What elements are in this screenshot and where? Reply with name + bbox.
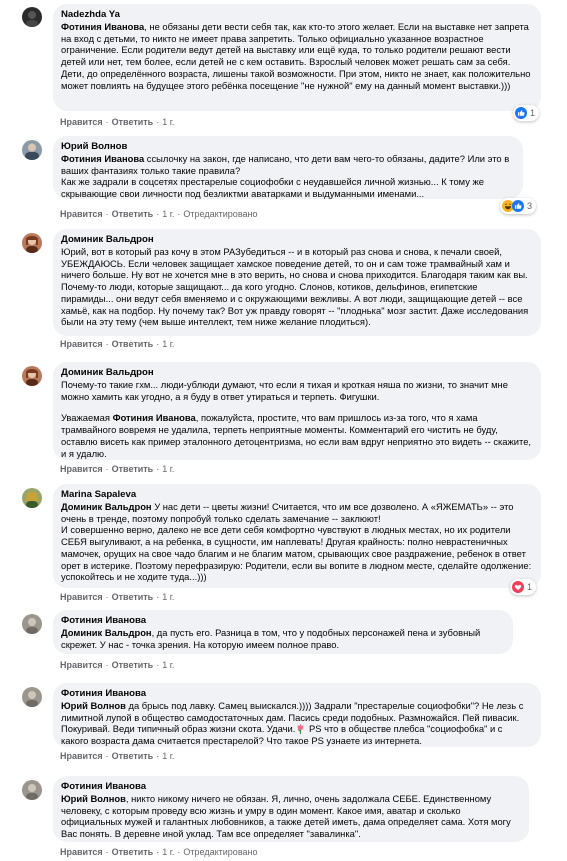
edited-label: Отредактировано	[183, 847, 258, 857]
like-button[interactable]: Нравится	[60, 339, 103, 349]
reaction-summary[interactable]: 3	[500, 198, 537, 214]
avatar[interactable]	[22, 140, 42, 160]
reply-button[interactable]: Ответить	[112, 660, 154, 670]
tulip-emoji-icon	[295, 723, 306, 735]
timestamp[interactable]: 1 г.	[162, 592, 174, 602]
reaction-count: 1	[527, 582, 533, 592]
comment-text: Фотиния Иванова ссылочку на закон, где н…	[61, 153, 510, 200]
reply-button[interactable]: Ответить	[112, 751, 154, 761]
comment-text: Почему-то такие гхм... люди-ублюди думаю…	[61, 379, 508, 402]
comment-bubble: Доминик Вальдрон Юрий, вот в который раз…	[53, 229, 541, 336]
comment-actions: Нравится · Ответить · 1 г.	[60, 339, 175, 349]
comment-actions: Нравится · Ответить · 1 г.	[60, 660, 175, 670]
like-button[interactable]: Нравится	[60, 592, 103, 602]
comment-bubble: Фотиния Иванова Юрий Волнов да брысь под…	[53, 683, 541, 747]
author-name[interactable]: Marina Sapaleva	[61, 489, 532, 501]
reaction-summary[interactable]: 1	[513, 105, 540, 121]
comment-text: Доминик Вальдрон У нас дети -- цветы жиз…	[61, 501, 532, 583]
comment-bubble: Фотиния Иванова Доминик Вальдрон, да пус…	[53, 610, 513, 654]
author-name[interactable]: Фотиния Иванова	[61, 688, 532, 700]
comment-actions: Нравится · Ответить · 1 г.	[60, 592, 175, 602]
like-button[interactable]: Нравится	[60, 751, 103, 761]
like-reaction-icon	[515, 107, 527, 119]
comment-text: Уважаемая Фотиния Иванова, пожалуйста, п…	[61, 412, 532, 459]
reaction-summary[interactable]: 1	[510, 579, 537, 595]
avatar[interactable]	[22, 687, 42, 707]
like-button[interactable]: Нравится	[60, 660, 103, 670]
reaction-count: 1	[530, 108, 536, 118]
timestamp[interactable]: 1 г.	[162, 847, 174, 857]
mention-link[interactable]: Юрий Волнов	[61, 793, 126, 804]
author-name[interactable]: Юрий Волнов	[61, 141, 514, 153]
like-button[interactable]: Нравится	[60, 847, 103, 857]
comment-text: Доминик Вальдрон, да пусть его. Разница …	[61, 627, 481, 650]
avatar[interactable]	[22, 614, 42, 634]
author-name[interactable]: Nadezhda Ya	[61, 9, 532, 21]
comment-text: Юрий Волнов да брысь под лавку. Самец вы…	[61, 700, 524, 747]
comment-bubble: Фотиния Иванова Юрий Волнов, никто ником…	[53, 776, 529, 842]
comment-actions: Нравится · Ответить · 1 г. · Отредактировано	[60, 209, 258, 219]
comment-text: Юрий Волнов, никто никому ничего не обяз…	[61, 793, 511, 840]
reply-button[interactable]: Ответить	[112, 209, 154, 219]
timestamp[interactable]: 1 г.	[162, 339, 174, 349]
like-reaction-icon	[512, 200, 524, 212]
comment-actions: Нравится · Ответить · 1 г.	[60, 751, 175, 761]
author-name[interactable]: Доминик Вальдрон	[61, 367, 532, 379]
avatar[interactable]	[22, 366, 42, 386]
like-button[interactable]: Нравится	[60, 464, 103, 474]
reply-button[interactable]: Ответить	[112, 339, 154, 349]
comment-bubble: Nadezhda Ya Фотиния Иванова, не обязаны …	[53, 4, 541, 111]
comment-actions: Нравится · Ответить · 1 г.	[60, 464, 175, 474]
author-name[interactable]: Доминик Вальдрон	[61, 234, 532, 246]
timestamp[interactable]: 1 г.	[162, 751, 174, 761]
like-button[interactable]: Нравится	[60, 209, 103, 219]
mention-link[interactable]: Доминик Вальдрон	[61, 627, 152, 638]
mention-link[interactable]: Фотиния Иванова	[113, 412, 196, 423]
timestamp[interactable]: 1 г.	[162, 660, 174, 670]
mention-link[interactable]: Фотиния Иванова	[61, 21, 144, 32]
timestamp[interactable]: 1 г.	[162, 209, 174, 219]
comment-bubble: Marina Sapaleva Доминик Вальдрон У нас д…	[53, 484, 541, 588]
author-name[interactable]: Фотиния Иванова	[61, 615, 504, 627]
like-button[interactable]: Нравится	[60, 117, 103, 127]
avatar[interactable]	[22, 488, 42, 508]
comment-actions: Нравится · Ответить · 1 г.	[60, 117, 175, 127]
mention-link[interactable]: Фотиния Иванова	[61, 153, 144, 164]
comments-feed: Nadezhda Ya Фотиния Иванова, не обязаны …	[0, 0, 567, 861]
mention-link[interactable]: Доминик Вальдрон	[61, 501, 152, 512]
mention-link[interactable]: Юрий Волнов	[61, 700, 126, 711]
reply-button[interactable]: Ответить	[112, 464, 154, 474]
comment-bubble: Юрий Волнов Фотиния Иванова ссылочку на …	[53, 136, 523, 199]
avatar[interactable]	[22, 780, 42, 800]
reply-button[interactable]: Ответить	[112, 117, 154, 127]
reply-button[interactable]: Ответить	[112, 592, 154, 602]
comment-text: Юрий, вот в который раз кочу в этом РАЗу…	[61, 246, 529, 328]
comment-actions: Нравится · Ответить · 1 г. · Отредактировано	[60, 847, 258, 857]
comment-bubble: Доминик Вальдрон Почему-то такие гхм... …	[53, 362, 541, 460]
author-name[interactable]: Фотиния Иванова	[61, 781, 520, 793]
reaction-count: 3	[527, 201, 533, 211]
love-reaction-icon	[512, 581, 524, 593]
avatar[interactable]	[22, 7, 42, 27]
comment-text: Фотиния Иванова, не обязаны дети вести с…	[61, 21, 531, 91]
timestamp[interactable]: 1 г.	[162, 464, 174, 474]
edited-label: Отредактировано	[183, 209, 258, 219]
timestamp[interactable]: 1 г.	[162, 117, 174, 127]
reply-button[interactable]: Ответить	[112, 847, 154, 857]
avatar[interactable]	[22, 233, 42, 253]
